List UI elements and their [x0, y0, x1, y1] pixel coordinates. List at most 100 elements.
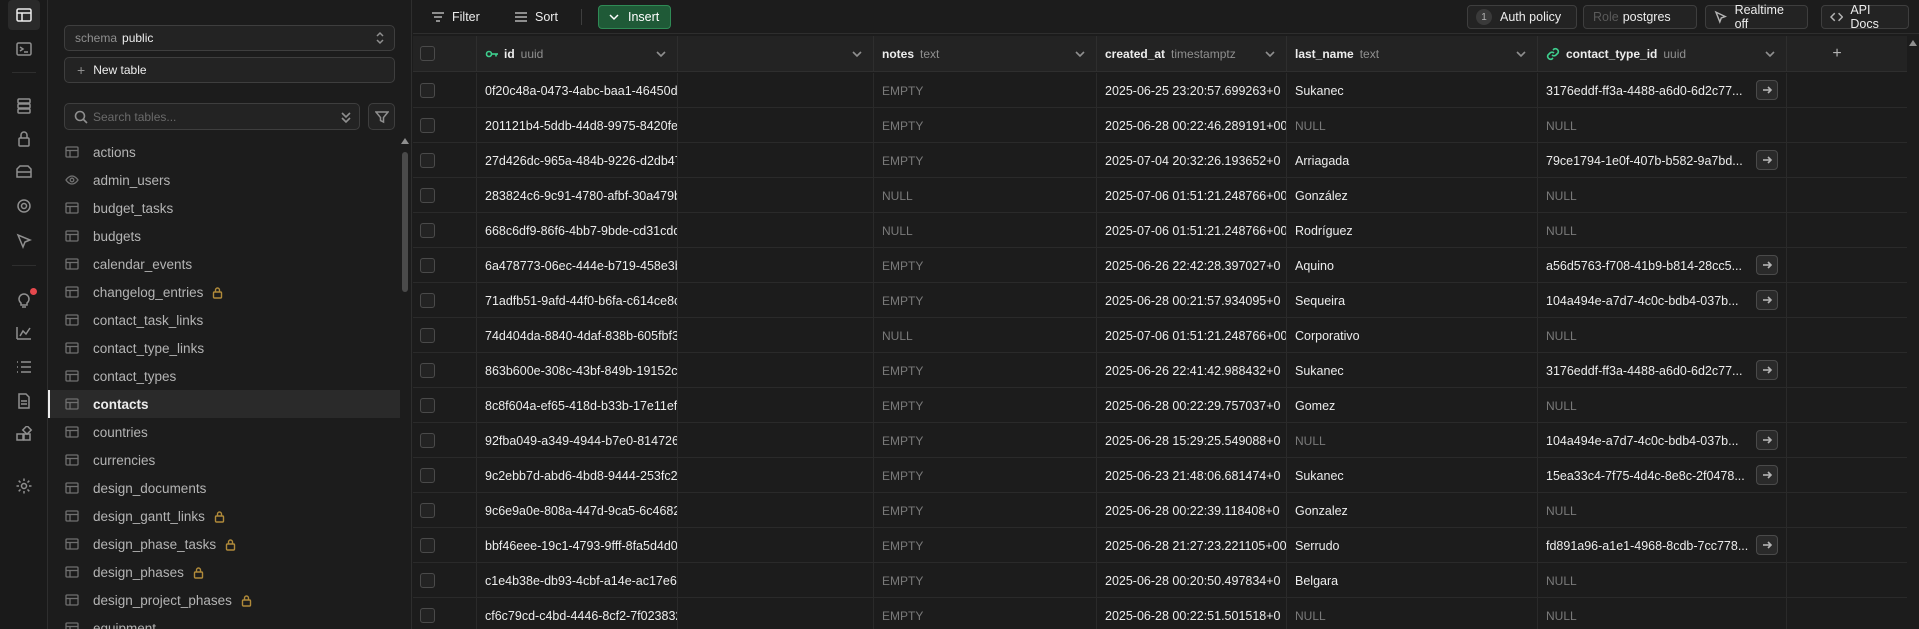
- column-header[interactable]: [678, 36, 874, 72]
- grid-cell[interactable]: Rodríguez: [1287, 213, 1538, 248]
- grid-cell[interactable]: [678, 178, 874, 213]
- row-checkbox[interactable]: [420, 468, 435, 483]
- grid-cell[interactable]: Gonzalez: [1287, 493, 1538, 528]
- grid-cell[interactable]: 2025-06-23 21:48:06.681474+0: [1097, 458, 1287, 493]
- sql-editor-icon[interactable]: [12, 37, 36, 61]
- grid-cell[interactable]: c1e4b38e-db93-4cbf-a14e-ac17e655c0f4: [477, 563, 678, 598]
- row-checkbox[interactable]: [420, 188, 435, 203]
- search-tables-input[interactable]: Search tables...: [64, 103, 360, 130]
- row-checkbox[interactable]: [420, 433, 435, 448]
- realtime-icon[interactable]: [12, 229, 36, 253]
- grid-cell[interactable]: EMPTY: [874, 73, 1097, 108]
- insert-button[interactable]: Insert: [598, 5, 671, 29]
- column-menu-chevron-icon[interactable]: [1264, 48, 1276, 60]
- grid-cell[interactable]: NULL: [1287, 108, 1538, 143]
- role-selector[interactable]: Role postgres: [1583, 5, 1697, 29]
- grid-cell[interactable]: [678, 143, 874, 178]
- grid-cell[interactable]: 2025-06-28 00:20:50.497834+0: [1097, 563, 1287, 598]
- grid-cell[interactable]: 201121b4-5ddb-44d8-9975-8420fe299568: [477, 108, 678, 143]
- grid-cell[interactable]: [678, 528, 874, 563]
- grid-cell[interactable]: Sukanec: [1287, 458, 1538, 493]
- grid-cell[interactable]: Aquino: [1287, 248, 1538, 283]
- grid-cell[interactable]: 2025-06-26 22:41:42.988432+0: [1097, 353, 1287, 388]
- grid-cell[interactable]: NULL: [1538, 213, 1787, 248]
- new-table-button[interactable]: + New table: [64, 57, 395, 83]
- table-row[interactable]: 71adfb51-9afd-44f0-b6fa-c614ce8c44b0 EMPT…: [413, 283, 1907, 318]
- grid-cell[interactable]: 104a494e-a7d7-4c0c-bdb4-037b...: [1538, 283, 1787, 318]
- table-list-item[interactable]: design_phases: [48, 558, 400, 586]
- table-list-item[interactable]: design_documents: [48, 474, 400, 502]
- table-list-item[interactable]: design_phase_tasks: [48, 530, 400, 558]
- table-list-item[interactable]: countries: [48, 418, 400, 446]
- table-list-item[interactable]: calendar_events: [48, 250, 400, 278]
- table-list-item[interactable]: contacts: [48, 390, 400, 418]
- grid-cell[interactable]: NULL: [1287, 423, 1538, 458]
- grid-cell[interactable]: 2025-06-28 00:21:57.934095+0: [1097, 283, 1287, 318]
- grid-cell[interactable]: 2025-06-28 15:29:25.549088+0: [1097, 423, 1287, 458]
- grid-cell[interactable]: 0f20c48a-0473-4abc-baa1-46450dd68f8: [477, 73, 678, 108]
- grid-cell[interactable]: 8c8f604a-ef65-418d-b33b-17e11ef4d4c4: [477, 388, 678, 423]
- grid-cell[interactable]: cf6c79cd-c4bd-4446-8cf2-7f02383203c5: [477, 598, 678, 629]
- integrations-icon[interactable]: [12, 423, 36, 447]
- grid-cell[interactable]: EMPTY: [874, 108, 1097, 143]
- column-header[interactable]: notes text: [874, 36, 1097, 72]
- api-docs-icon[interactable]: [12, 389, 36, 413]
- foreign-key-link-button[interactable]: [1756, 465, 1778, 485]
- grid-cell[interactable]: [678, 458, 874, 493]
- grid-cell[interactable]: 2025-06-28 21:27:23.221105+00: [1097, 528, 1287, 563]
- edge-functions-icon[interactable]: [12, 194, 36, 218]
- table-list-item[interactable]: actions: [48, 138, 400, 166]
- table-row[interactable]: 9c6e9a0e-808a-447d-9ca5-6c4682f261e EMPTY…: [413, 493, 1907, 528]
- grid-cell[interactable]: Serrudo: [1287, 528, 1538, 563]
- api-docs-button[interactable]: API Docs: [1821, 3, 1909, 31]
- column-menu-chevron-icon[interactable]: [851, 48, 863, 60]
- reports-icon[interactable]: [12, 321, 36, 345]
- schema-selector[interactable]: schema public: [64, 25, 395, 51]
- grid-cell[interactable]: [678, 108, 874, 143]
- grid-cell[interactable]: 15ea33c4-7f75-4d4c-8e8c-2f0478...: [1538, 458, 1787, 493]
- column-header[interactable]: created_at timestamptz: [1097, 36, 1287, 72]
- foreign-key-link-button[interactable]: [1756, 80, 1778, 100]
- grid-cell[interactable]: NULL: [874, 178, 1097, 213]
- table-row[interactable]: 668c6df9-86f6-4bb7-9bde-cd31cddcf942 NULL…: [413, 213, 1907, 248]
- row-checkbox[interactable]: [420, 83, 435, 98]
- grid-cell[interactable]: Corporativo: [1287, 318, 1538, 353]
- table-row[interactable]: cf6c79cd-c4bd-4446-8cf2-7f02383203c5 EMPT…: [413, 598, 1907, 629]
- grid-cell[interactable]: EMPTY: [874, 353, 1097, 388]
- grid-cell[interactable]: 2025-07-06 01:51:21.248766+00: [1097, 213, 1287, 248]
- column-header[interactable]: last_name text: [1287, 36, 1538, 72]
- grid-cell[interactable]: Sukanec: [1287, 73, 1538, 108]
- grid-cell[interactable]: EMPTY: [874, 388, 1097, 423]
- grid-cell[interactable]: 2025-06-28 00:22:46.289191+00: [1097, 108, 1287, 143]
- scrollbar-thumb[interactable]: [402, 152, 408, 292]
- foreign-key-link-button[interactable]: [1756, 535, 1778, 555]
- grid-cell[interactable]: 104a494e-a7d7-4c0c-bdb4-037b...: [1538, 423, 1787, 458]
- grid-cell[interactable]: 2025-07-06 01:51:21.248766+00: [1097, 318, 1287, 353]
- grid-cell[interactable]: 3176eddf-ff3a-4488-a6d0-6d2c77...: [1538, 73, 1787, 108]
- table-row[interactable]: 9c2ebb7d-abd6-4bd8-9444-253fc2ca8f8 EMPTY…: [413, 458, 1907, 493]
- sort-button[interactable]: Sort: [506, 5, 566, 29]
- table-list-item[interactable]: contact_type_links: [48, 334, 400, 362]
- grid-cell[interactable]: NULL: [1538, 598, 1787, 629]
- grid-cell[interactable]: NULL: [874, 213, 1097, 248]
- grid-cell[interactable]: Arriagada: [1287, 143, 1538, 178]
- grid-cell[interactable]: EMPTY: [874, 598, 1097, 629]
- grid-cell[interactable]: 2025-06-28 00:22:51.501518+0: [1097, 598, 1287, 629]
- grid-cell[interactable]: [678, 493, 874, 528]
- column-menu-chevron-icon[interactable]: [1764, 48, 1776, 60]
- grid-cell[interactable]: EMPTY: [874, 248, 1097, 283]
- logs-list-icon[interactable]: [12, 355, 36, 379]
- column-menu-chevron-icon[interactable]: [1515, 48, 1527, 60]
- grid-cell[interactable]: NULL: [1538, 178, 1787, 213]
- grid-cell[interactable]: 2025-07-06 01:51:21.248766+00: [1097, 178, 1287, 213]
- table-row[interactable]: bbf46eee-19c1-4793-9fff-8fa5d4d02d74 EMPT…: [413, 528, 1907, 563]
- foreign-key-link-button[interactable]: [1756, 290, 1778, 310]
- filter-button[interactable]: Filter: [423, 5, 488, 29]
- grid-cell[interactable]: [678, 213, 874, 248]
- grid-cell[interactable]: EMPTY: [874, 423, 1097, 458]
- row-checkbox[interactable]: [420, 118, 435, 133]
- table-list-item[interactable]: design_gantt_links: [48, 502, 400, 530]
- table-row[interactable]: 863b600e-308c-43bf-849b-19152c85b30 EMPTY…: [413, 353, 1907, 388]
- grid-cell[interactable]: EMPTY: [874, 528, 1097, 563]
- row-checkbox[interactable]: [420, 573, 435, 588]
